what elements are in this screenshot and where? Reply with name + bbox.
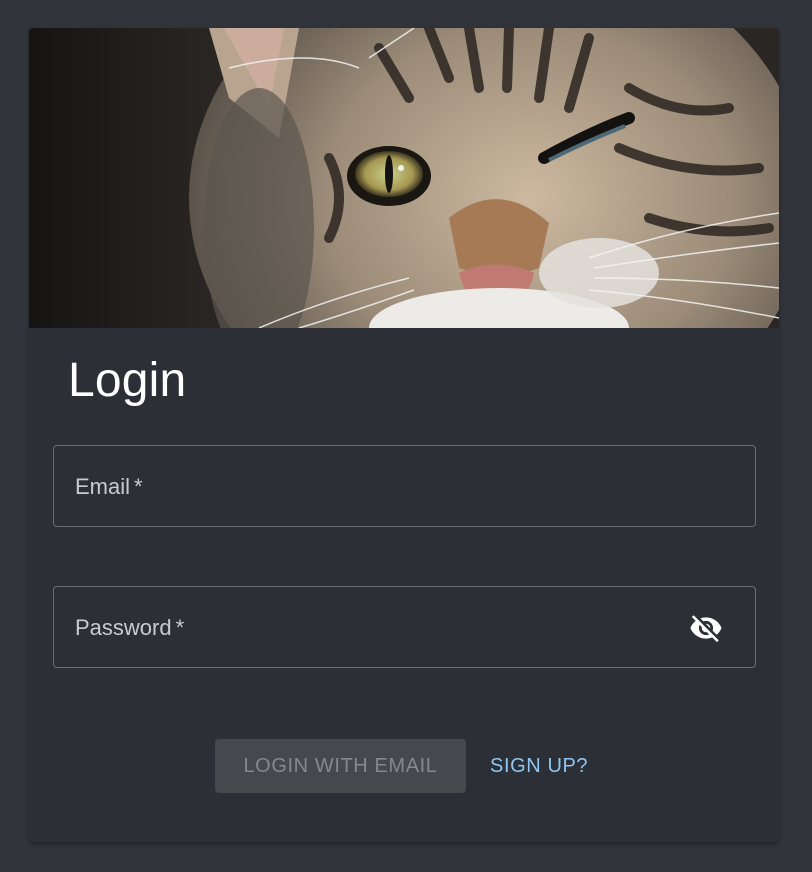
password-field[interactable]: Password * [53,586,756,668]
email-field[interactable]: Email * [53,445,756,527]
password-label-text: Password [75,615,172,640]
email-label: Email * [75,474,143,500]
password-required-marker: * [175,615,185,640]
login-with-email-button[interactable]: LOGIN WITH EMAIL [215,739,466,793]
cat-photo [29,28,779,328]
email-label-text: Email [75,474,131,499]
password-label: Password * [75,615,184,641]
login-title: Login [68,354,187,407]
visibility-off-icon[interactable] [689,611,723,645]
login-card: Login Email * Password * LOGIN WITH EMAIL … [29,28,779,842]
email-required-marker: * [134,474,143,499]
cat-photo-illustration [29,28,779,328]
sign-up-button[interactable]: SIGN UP? [481,739,597,793]
